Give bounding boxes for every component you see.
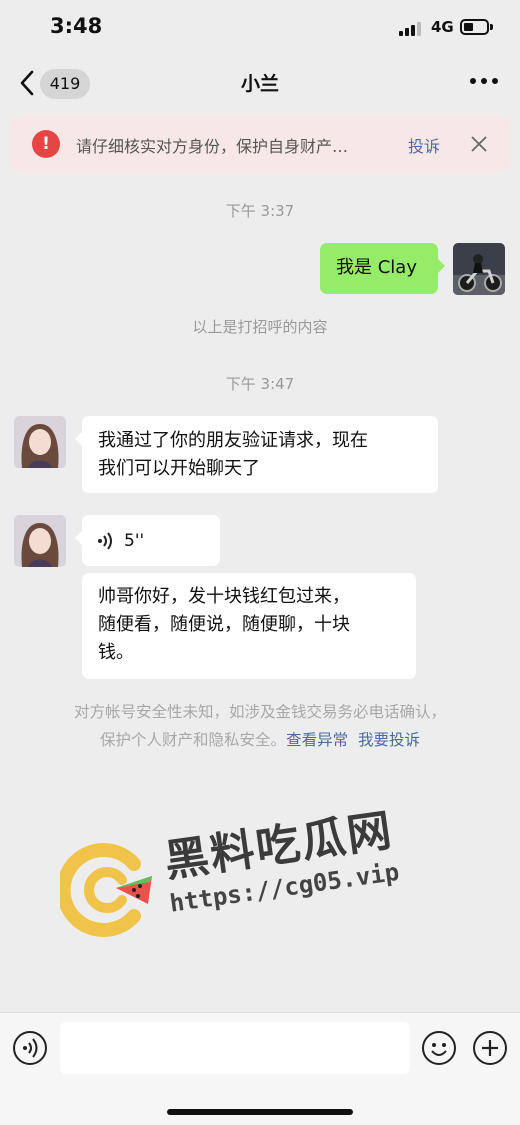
voice-duration: 5'' <box>124 531 145 551</box>
emoji-button[interactable] <box>422 1031 456 1065</box>
chat-header: 419 小兰 <box>0 56 520 110</box>
message-text: 我是 Clay <box>336 257 417 278</box>
message-text-line: 我通过了你的朋友验证请求，现在 <box>98 430 368 451</box>
site-watermark: 黑料吃瓜网 https://cg05.vip <box>60 805 420 940</box>
status-bar: 3:48 4G <box>0 0 520 56</box>
view-anomaly-link[interactable]: 查看异常 <box>286 731 348 749</box>
incoming-message[interactable]: 我通过了你的朋友验证请求，现在 我们可以开始聊天了 <box>75 416 438 493</box>
status-time: 3:48 <box>50 14 103 38</box>
message-text-line: 帅哥你好，发十块钱红包过来， <box>98 586 350 607</box>
more-actions-button[interactable] <box>473 1031 507 1065</box>
voice-wave-icon <box>98 532 112 550</box>
home-indicator <box>167 1109 353 1115</box>
security-notice: 对方帐号安全性未知，如涉及金钱交易务必电话确认， 保护个人财产和隐私安全。查看异… <box>0 698 520 754</box>
outgoing-message[interactable]: 我是 Clay <box>320 243 445 294</box>
report-link[interactable]: 我要投诉 <box>358 731 420 749</box>
incoming-message[interactable]: 帅哥你好，发十块钱红包过来， 随便看，随便说，随便聊，十块 钱。 <box>82 573 416 679</box>
message-input[interactable] <box>60 1022 410 1074</box>
message-timestamp: 下午 3:37 <box>225 202 295 220</box>
contact-avatar[interactable] <box>14 515 66 567</box>
voice-input-button[interactable] <box>13 1031 47 1065</box>
safety-warning-banner: ! 请仔细核实对方身份，保护自身财产… 投诉 <box>10 116 510 172</box>
more-options-icon[interactable] <box>470 78 498 86</box>
greeting-note: 以上是打招呼的内容 <box>192 318 328 336</box>
message-text-line: 钱。 <box>98 642 134 663</box>
voice-message[interactable]: 5'' <box>75 515 220 566</box>
battery-icon <box>460 19 493 35</box>
my-avatar[interactable] <box>453 243 505 295</box>
complain-link[interactable]: 投诉 <box>408 133 440 157</box>
warning-text: 请仔细核实对方身份，保护自身财产… <box>76 137 349 156</box>
notice-line: 保护个人财产和隐私安全。 <box>100 731 287 749</box>
chat-title: 小兰 <box>240 73 279 95</box>
message-text-line: 我们可以开始聊天了 <box>98 458 260 479</box>
close-icon[interactable] <box>470 135 488 153</box>
plus-icon <box>482 1040 498 1056</box>
message-text-line: 随便看，随便说，随便聊，十块 <box>98 614 350 635</box>
contact-avatar[interactable] <box>14 416 66 468</box>
voice-icon <box>23 1038 38 1058</box>
message-input-bar <box>0 1012 520 1125</box>
watermark-logo-icon <box>60 843 152 937</box>
smile-icon <box>431 1043 447 1056</box>
network-type: 4G <box>431 18 454 36</box>
notice-line: 对方帐号安全性未知，如涉及金钱交易务必电话确认， <box>73 703 446 721</box>
alert-icon: ! <box>32 130 60 158</box>
signal-icon <box>399 22 421 36</box>
message-timestamp: 下午 3:47 <box>225 375 295 393</box>
